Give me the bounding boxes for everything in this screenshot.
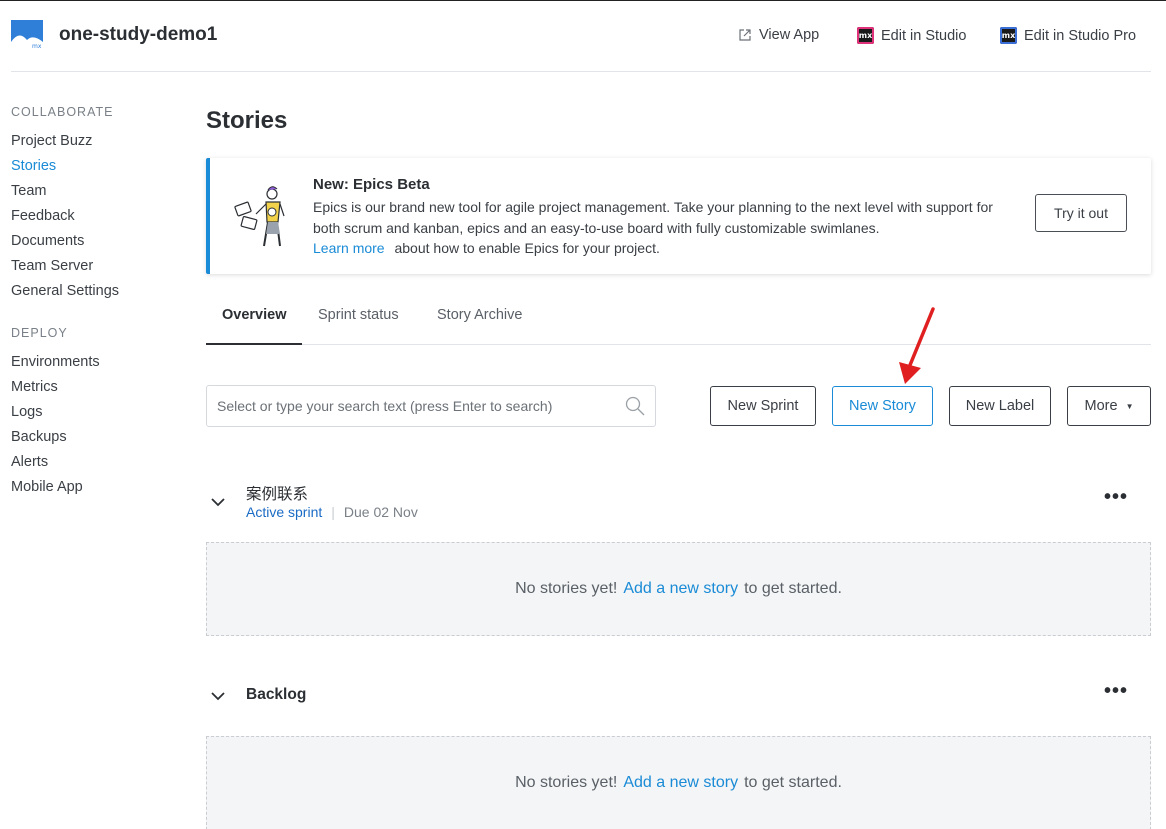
new-label-button[interactable]: New Label	[949, 386, 1051, 426]
sprint-meta: Active sprint | Due 02 Nov	[246, 504, 418, 520]
empty-prefix: No stories yet!	[515, 774, 618, 791]
tab-story-archive[interactable]: Story Archive	[437, 297, 522, 345]
sprint-name: 案例联系	[246, 486, 309, 503]
search-icon[interactable]	[625, 396, 645, 416]
sprint-options-icon[interactable]: •••	[1104, 486, 1128, 509]
sidebar-item-metrics[interactable]: Metrics	[11, 375, 171, 400]
logo-text: mx	[32, 43, 42, 50]
tab-sprint-status[interactable]: Sprint status	[318, 297, 399, 345]
caret-down-icon: ▼	[1125, 401, 1134, 411]
learn-more-suffix: about how to enable Epics for your proje…	[394, 240, 660, 256]
learn-more-link[interactable]: Learn more	[313, 240, 385, 256]
new-story-button[interactable]: New Story	[832, 386, 933, 426]
add-new-story-link[interactable]: Add a new story	[623, 580, 738, 598]
sidebar-item-documents[interactable]: Documents	[11, 229, 171, 254]
annotation-arrow-icon	[899, 307, 935, 384]
backlog-empty-state: No stories yet! Add a new story to get s…	[206, 736, 1151, 829]
sidebar-item-logs[interactable]: Logs	[11, 400, 171, 425]
banner-description: Epics is our brand new tool for agile pr…	[313, 199, 993, 236]
sidebar-item-feedback[interactable]: Feedback	[11, 204, 171, 229]
top-header: mx one-study-demo1 View App mx Edit in S…	[11, 1, 1151, 72]
sprint-due-date: Due 02 Nov	[343, 504, 418, 520]
edit-in-studio-pro-label: Edit in Studio Pro	[1024, 27, 1137, 44]
mendix-studio-pro-icon: mx	[1000, 27, 1017, 44]
edit-in-studio-label: Edit in Studio	[881, 27, 967, 44]
external-link-icon	[739, 29, 751, 41]
sidebar-item-team[interactable]: Team	[11, 179, 171, 204]
search-box	[206, 385, 656, 427]
empty-suffix: to get started.	[744, 580, 842, 597]
app-logo-icon[interactable]: mx	[11, 20, 43, 50]
sidebar-item-mobile-app[interactable]: Mobile App	[11, 475, 171, 500]
meta-separator: |	[331, 504, 335, 520]
epics-illustration-icon	[234, 186, 285, 247]
collapse-chevron-icon[interactable]	[210, 497, 226, 507]
sidebar-heading-collaborate: COLLABORATE	[11, 105, 114, 119]
search-input[interactable]	[207, 386, 607, 426]
stories-tabs: Overview Sprint status Story Archive	[206, 297, 1151, 345]
view-app-link[interactable]: View App	[738, 27, 819, 43]
sidebar-heading-deploy: DEPLOY	[11, 326, 68, 340]
edit-in-studio-link[interactable]: mx Edit in Studio	[857, 27, 966, 44]
sidebar-item-general-settings[interactable]: General Settings	[11, 279, 171, 304]
sidebar-item-backups[interactable]: Backups	[11, 425, 171, 450]
sidebar-item-project-buzz[interactable]: Project Buzz	[11, 129, 171, 154]
edit-in-studio-pro-link[interactable]: mx Edit in Studio Pro	[1000, 27, 1136, 44]
sprint-status: Active sprint	[246, 504, 323, 520]
more-label: More	[1084, 398, 1118, 414]
banner-text: Epics is our brand new tool for agile pr…	[313, 197, 1013, 259]
sidebar-item-environments[interactable]: Environments	[11, 350, 171, 375]
app-title: one-study-demo1	[59, 24, 218, 45]
sidebar: COLLABORATE Project Buzz Stories Team Fe…	[11, 105, 171, 500]
new-sprint-button[interactable]: New Sprint	[710, 386, 816, 426]
backlog-options-icon[interactable]: •••	[1104, 680, 1128, 703]
try-it-out-button[interactable]: Try it out	[1035, 194, 1127, 232]
empty-suffix: to get started.	[744, 774, 842, 791]
sidebar-item-stories[interactable]: Stories	[11, 154, 171, 179]
add-new-story-link[interactable]: Add a new story	[623, 774, 738, 792]
tab-overview[interactable]: Overview	[206, 297, 302, 345]
backlog-title: Backlog	[246, 686, 307, 703]
mendix-studio-icon: mx	[857, 27, 874, 44]
more-dropdown-button[interactable]: More ▼	[1067, 386, 1151, 426]
sprint-empty-state: No stories yet! Add a new story to get s…	[206, 542, 1151, 636]
banner-title: New: Epics Beta	[313, 176, 430, 193]
sidebar-item-team-server[interactable]: Team Server	[11, 254, 171, 279]
view-app-label: View App	[759, 27, 820, 43]
sidebar-item-alerts[interactable]: Alerts	[11, 450, 171, 475]
collapse-chevron-icon[interactable]	[210, 691, 226, 701]
page-title: Stories	[206, 107, 288, 134]
epics-beta-banner: New: Epics Beta Epics is our brand new t…	[206, 158, 1151, 274]
empty-prefix: No stories yet!	[515, 580, 618, 597]
